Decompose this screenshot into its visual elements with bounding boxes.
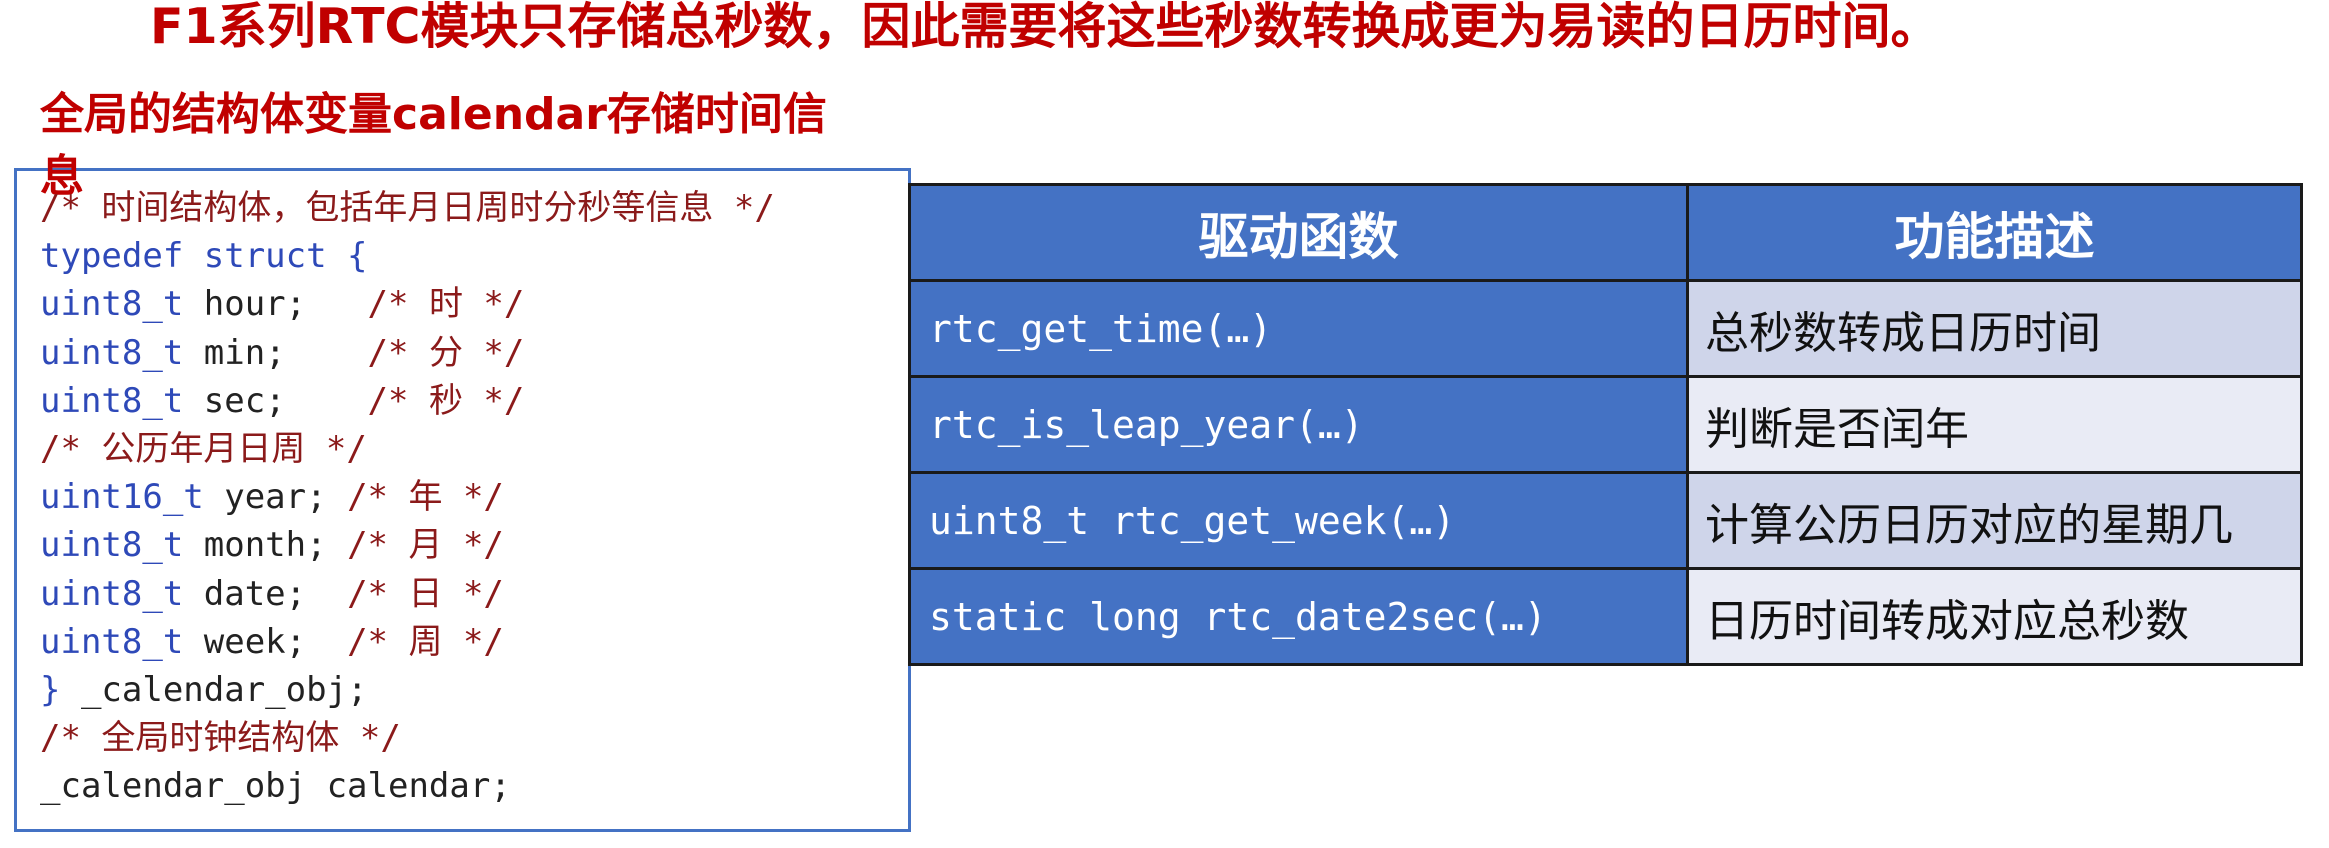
code-line: uint8_t sec; /* 秒 */ [40,377,775,425]
header-description: 功能描述 [1686,183,2303,282]
code-token: uint8_t [40,284,184,325]
code-token: _calendar_obj calendar; [40,766,511,807]
table-row: uint8_t rtc_get_week(…) 计算公历日历对应的星期几 [908,471,2303,570]
code-token: /* 周 */ [347,621,504,662]
code-line: } _calendar_obj; [40,666,775,714]
code-token: } [40,669,81,710]
code-token: uint8_t [40,380,184,421]
code-token: /* 月 */ [347,525,504,566]
code-token: /* 时间结构体，包括年月日周时分秒等信息 */ [40,188,775,228]
code-line: uint8_t date; /* 日 */ [40,570,775,618]
code-line: uint8_t hour; /* 时 */ [40,280,775,328]
code-token: /* 年 */ [347,477,504,518]
code-line: uint8_t week; /* 周 */ [40,618,775,666]
function-name-cell: static long rtc_date2sec(…) [908,567,1689,666]
code-line: _calendar_obj calendar; [40,762,775,810]
code-line: typedef struct { [40,232,775,280]
page-title: F1系列RTC模块只存储总秒数，因此需要将这些秒数转换成更为易读的日历时间。 [150,0,1940,55]
code-token: /* 秒 */ [367,380,525,421]
table-header-row: 驱动函数 功能描述 [908,183,2303,282]
code-token: uint8_t [40,525,184,566]
code-token: uint16_t [40,477,204,518]
code-line: uint8_t min; /* 分 */ [40,329,775,377]
code-token: /* 时 */ [367,284,525,325]
function-name-cell: rtc_get_time(…) [908,279,1689,378]
code-line: /* 公历年月日周 */ [40,425,775,473]
code-token: /* 日 */ [347,573,504,614]
code-token: uint8_t [40,621,184,662]
code-token: min; [183,332,368,373]
code-token: typedef struct { [40,236,368,277]
header-function: 驱动函数 [908,183,1689,282]
code-token: sec; [183,380,368,421]
code-token: hour; [183,284,368,325]
table-row: rtc_is_leap_year(…) 判断是否闰年 [908,375,2303,474]
code-line: uint8_t month; /* 月 */ [40,521,775,569]
table-row: static long rtc_date2sec(…) 日历时间转成对应总秒数 [908,567,2303,666]
function-name-cell: rtc_is_leap_year(…) [908,375,1689,474]
code-token: uint8_t [40,573,184,614]
code-token: date; [183,573,348,614]
code-line: /* 时间结构体，包括年月日周时分秒等信息 */ [40,184,775,232]
code-block: /* 时间结构体，包括年月日周时分秒等信息 */ typedef struct {… [40,184,775,810]
code-line: uint16_t year; /* 年 */ [40,473,775,521]
code-token: uint8_t [40,332,184,373]
code-line: /* 全局时钟结构体 */ [40,714,775,762]
code-token: month; [183,525,348,566]
code-token: /* 全局时钟结构体 */ [40,718,401,759]
function-desc-cell: 判断是否闰年 [1686,375,2303,474]
code-token: _calendar_obj; [80,669,368,710]
table-row: rtc_get_time(…) 总秒数转成日历时间 [908,279,2303,378]
function-desc-cell: 总秒数转成日历时间 [1686,279,2303,378]
code-token: /* 公历年月日周 */ [40,428,367,469]
code-token: /* 分 */ [367,332,525,373]
function-name-cell: uint8_t rtc_get_week(…) [908,471,1689,570]
code-token: year; [203,477,348,518]
code-token: week; [183,621,348,662]
function-table: 驱动函数 功能描述 rtc_get_time(…) 总秒数转成日历时间 rtc_… [908,183,2303,666]
function-desc-cell: 日历时间转成对应总秒数 [1686,567,2303,666]
function-desc-cell: 计算公历日历对应的星期几 [1686,471,2303,570]
